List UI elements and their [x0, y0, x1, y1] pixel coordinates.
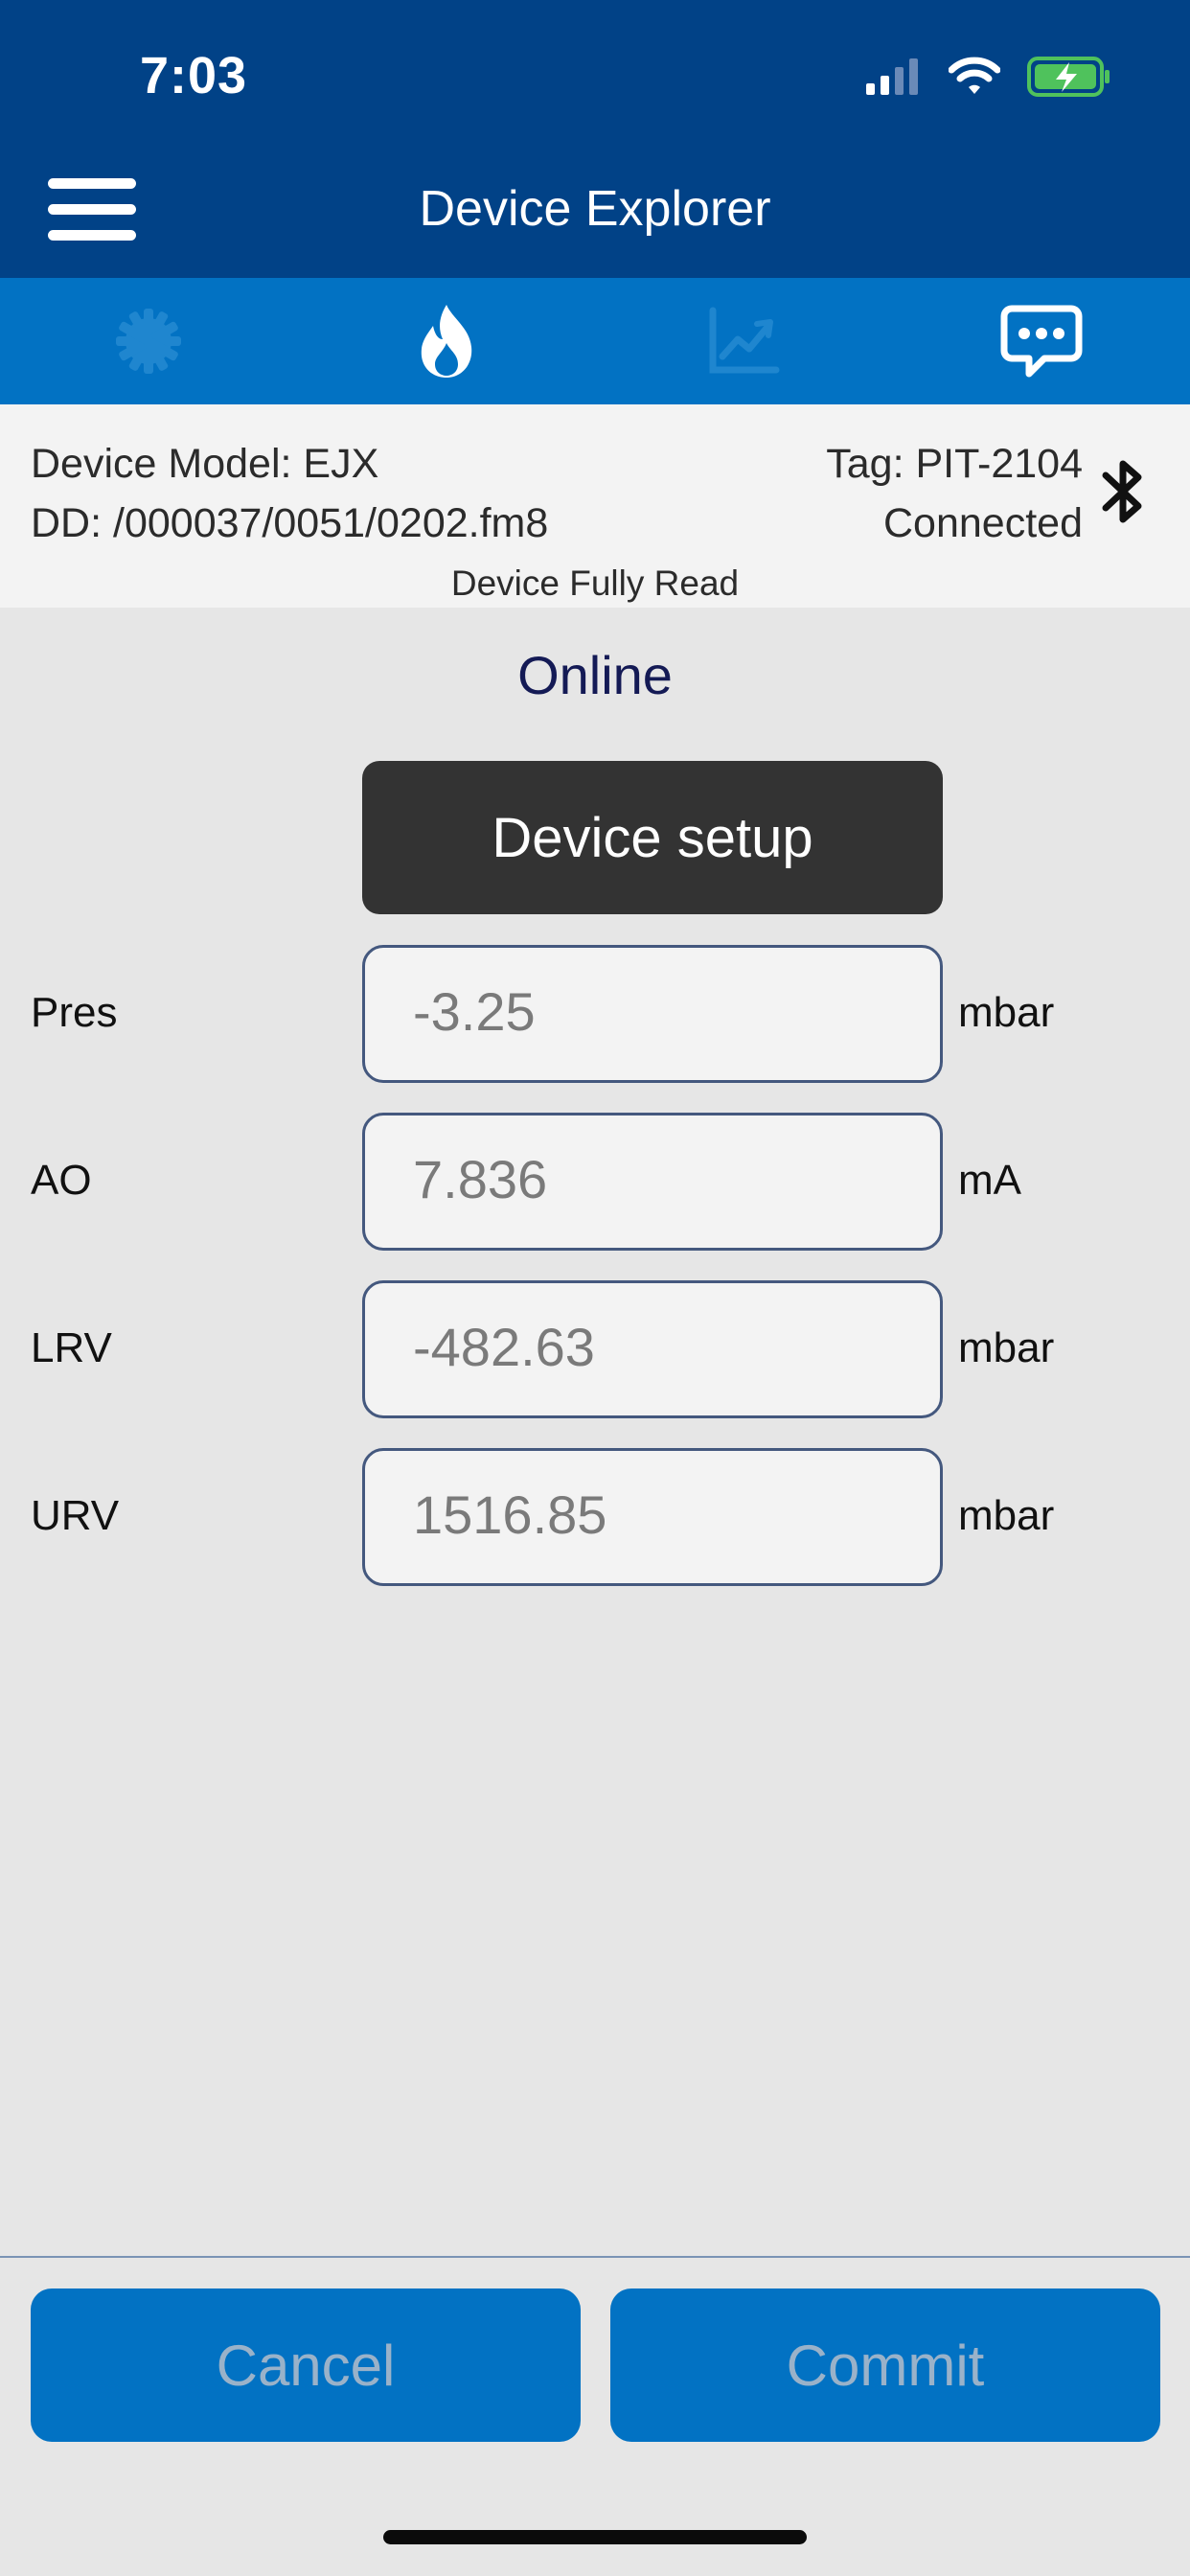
chart-icon: [709, 307, 780, 374]
tab-messages[interactable]: [893, 278, 1190, 404]
read-status: Device Fully Read: [450, 564, 740, 603]
page-title: Device Explorer: [419, 181, 771, 237]
header-bar: 7:03 Device Explorer: [0, 0, 1190, 278]
field-unit: mA: [958, 1157, 1021, 1204]
cancel-button[interactable]: Cancel: [31, 2288, 581, 2442]
tab-online[interactable]: [298, 278, 596, 404]
battery-charging-icon: [1027, 57, 1110, 97]
footer-divider: [0, 2256, 1190, 2258]
pres-value-field[interactable]: -3.25: [362, 945, 943, 1083]
device-tag: Tag: PIT-2104: [826, 441, 1083, 487]
field-label: AO: [31, 1157, 92, 1204]
urv-value-field[interactable]: 1516.85: [362, 1448, 943, 1586]
tab-trends[interactable]: [595, 278, 893, 404]
device-info-panel: Device Model: EJX DD: /000037/0051/0202.…: [0, 404, 1190, 608]
status-icons: [864, 56, 1111, 98]
tab-device-info[interactable]: [0, 278, 298, 404]
field-row-lrv: LRV -482.63 mbar: [0, 1280, 1190, 1418]
flame-icon: [421, 305, 471, 378]
bluetooth-icon[interactable]: [1100, 458, 1148, 525]
message-icon: [1000, 305, 1083, 378]
tab-bar: [0, 278, 1190, 404]
field-row-pres: Pres -3.25 mbar: [0, 945, 1190, 1083]
device-dd-path: DD: /000037/0051/0202.fm8: [31, 500, 549, 546]
field-unit: mbar: [958, 989, 1055, 1036]
signal-icon: [866, 58, 918, 95]
ao-value-field[interactable]: 7.836: [362, 1113, 943, 1251]
device-explorer-screen: 7:03 Device Explorer Device Model: EJX D…: [0, 0, 1190, 2576]
home-indicator[interactable]: [383, 2530, 807, 2544]
field-unit: mbar: [958, 1492, 1055, 1539]
commit-button[interactable]: Commit: [610, 2288, 1160, 2442]
field-unit: mbar: [958, 1324, 1055, 1371]
field-label: LRV: [31, 1324, 112, 1371]
gear-icon: [116, 309, 182, 374]
field-row-ao: AO 7.836 mA: [0, 1113, 1190, 1251]
field-label: URV: [31, 1492, 120, 1539]
device-setup-button[interactable]: Device setup: [362, 761, 943, 914]
lrv-value-field[interactable]: -482.63: [362, 1280, 943, 1418]
status-time: 7:03: [140, 47, 248, 104]
mode-title: Online: [517, 645, 673, 705]
connection-status: Connected: [883, 500, 1083, 546]
wifi-icon: [949, 57, 1000, 94]
field-label: Pres: [31, 989, 118, 1036]
device-model: Device Model: EJX: [31, 441, 379, 487]
field-row-urv: URV 1516.85 mbar: [0, 1448, 1190, 1586]
